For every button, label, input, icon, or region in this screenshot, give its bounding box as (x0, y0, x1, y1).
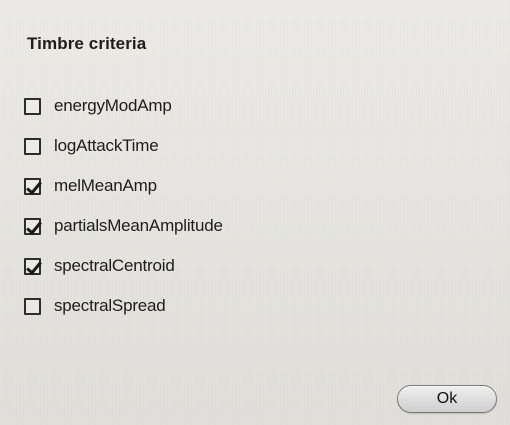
logattacktime-label: logAttackTime (54, 136, 159, 155)
spectralspread-checkbox[interactable] (24, 297, 41, 315)
criteria-item-logattacktime[interactable]: logAttackTime (20, 126, 340, 166)
criteria-item-spectralcentroid[interactable]: spectralCentroid (20, 246, 340, 286)
timbre-criteria-dialog: Timbre criteria energyModAmp logAttackTi… (0, 0, 510, 425)
energymodamp-checkbox[interactable] (24, 97, 41, 115)
ok-button[interactable]: Ok (397, 385, 497, 413)
spectralcentroid-label: spectralCentroid (54, 256, 175, 275)
criteria-item-energymodamp[interactable]: energyModAmp (20, 86, 340, 126)
partialsmeanamplitude-checkbox[interactable] (24, 217, 41, 235)
partialsmeanamplitude-label: partialsMeanAmplitude (54, 216, 223, 235)
spectralcentroid-checkbox[interactable] (24, 257, 41, 275)
energymodamp-label: energyModAmp (54, 96, 172, 115)
logattacktime-checkbox[interactable] (24, 137, 41, 155)
criteria-item-spectralspread[interactable]: spectralSpread (20, 286, 340, 326)
melmeanamp-checkbox[interactable] (24, 177, 41, 195)
criteria-item-partialsmeanamplitude[interactable]: partialsMeanAmplitude (20, 206, 340, 246)
criteria-list: energyModAmp logAttackTime melMeanAmp pa… (20, 86, 340, 326)
criteria-item-melmeanamp[interactable]: melMeanAmp (20, 166, 340, 206)
dialog-title: Timbre criteria (27, 34, 147, 53)
melmeanamp-label: melMeanAmp (54, 176, 157, 195)
spectralspread-label: spectralSpread (54, 296, 166, 315)
